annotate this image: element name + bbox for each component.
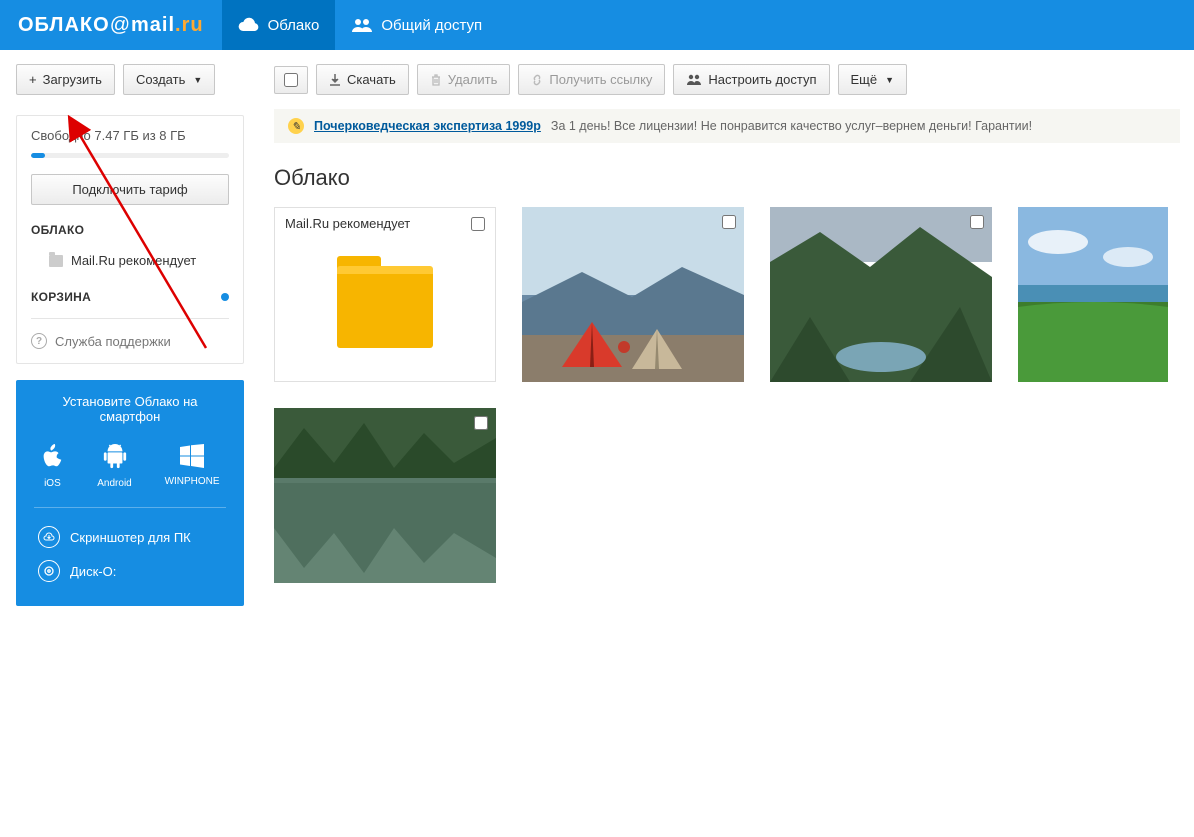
storage-info: Свободно 7.47 ГБ из 8 ГБ Подключить тари… [16, 115, 244, 364]
promo-line-label: Скриншотер для ПК [70, 530, 191, 545]
sidebar-section-cloud: ОБЛАКО [31, 223, 229, 237]
windows-icon [180, 444, 204, 468]
promo-app-android[interactable]: Android [97, 444, 131, 489]
chevron-down-icon: ▼ [193, 75, 202, 85]
toolbar: Скачать Удалить Получить ссылку Настроит… [260, 64, 1194, 109]
promo-disko[interactable]: Диск-О: [16, 554, 244, 588]
main-header: ОБЛАКО@mail.ru Облако Общий доступ [0, 0, 1194, 50]
create-button[interactable]: Создать ▼ [123, 64, 215, 95]
download-button[interactable]: Скачать [316, 64, 409, 95]
tile-checkbox[interactable] [722, 215, 736, 229]
plus-icon: + [29, 72, 37, 87]
delete-button[interactable]: Удалить [417, 64, 511, 95]
promo-title: Установите Облако на смартфон [16, 394, 244, 438]
tile-image[interactable] [1018, 207, 1168, 382]
question-icon: ? [31, 333, 47, 349]
promo-app-winphone[interactable]: WINPHONE [165, 444, 220, 489]
button-label: Ещё [851, 72, 878, 87]
disk-icon [38, 560, 60, 582]
get-link-button[interactable]: Получить ссылку [518, 64, 665, 95]
button-label: Настроить доступ [708, 72, 816, 87]
nav-cloud[interactable]: Облако [222, 0, 336, 50]
notification-dot-icon [221, 293, 229, 301]
button-label: Удалить [448, 72, 498, 87]
ad-text: За 1 день! Все лицензии! Не понравится к… [551, 119, 1032, 133]
tile-label: Mail.Ru рекомендует [285, 216, 410, 231]
support-link[interactable]: ? Служба поддержки [31, 318, 229, 349]
checkbox[interactable] [284, 73, 298, 87]
tile-checkbox[interactable] [474, 416, 488, 430]
image-thumbnail [770, 207, 992, 382]
support-label: Служба поддержки [55, 334, 171, 349]
button-label: Получить ссылку [549, 72, 652, 87]
promo-screenshoter[interactable]: Скриншотер для ПК [16, 520, 244, 554]
sidebar-item-recommends[interactable]: Mail.Ru рекомендует [31, 247, 229, 274]
image-thumbnail [1018, 207, 1168, 382]
promo-app-label: iOS [44, 478, 61, 489]
folder-icon [337, 270, 433, 348]
ad-banner: ✎ Почерковедческая экспертиза 1999р За 1… [274, 109, 1180, 143]
tile-checkbox[interactable] [471, 217, 485, 231]
nav-label: Общий доступ [381, 17, 482, 34]
main-content: Скачать Удалить Получить ссылку Настроит… [260, 50, 1194, 622]
storage-fill [31, 153, 45, 158]
tile-image[interactable] [274, 408, 496, 583]
button-label: Создать [136, 72, 185, 87]
folder-icon [49, 255, 63, 267]
promo-app-ios[interactable]: iOS [40, 444, 64, 489]
ad-icon: ✎ [288, 118, 304, 134]
apple-icon [40, 444, 64, 470]
button-label: Загрузить [43, 72, 102, 87]
chevron-down-icon: ▼ [885, 75, 894, 85]
button-label: Подключить тариф [72, 182, 187, 197]
download-icon [329, 74, 341, 86]
more-button[interactable]: Ещё ▼ [838, 64, 908, 95]
promo-line-label: Диск-О: [70, 564, 116, 579]
ad-link[interactable]: Почерковедческая экспертиза 1999р [314, 119, 541, 133]
folder-body [275, 239, 495, 378]
tile-image[interactable] [770, 207, 992, 382]
file-grid: Mail.Ru рекомендует [260, 207, 1194, 603]
logo[interactable]: ОБЛАКО@mail.ru [0, 0, 222, 50]
access-button[interactable]: Настроить доступ [673, 64, 829, 95]
storage-text: Свободно 7.47 ГБ из 8 ГБ [31, 128, 229, 143]
page-title: Облако [260, 143, 1194, 207]
nav-label: Облако [268, 17, 320, 34]
sidebar-section-trash: КОРЗИНА [31, 290, 91, 304]
image-thumbnail [522, 207, 744, 382]
people-icon [686, 74, 702, 86]
tile-checkbox[interactable] [970, 215, 984, 229]
link-icon [531, 74, 543, 86]
promo-app-label: WINPHONE [165, 476, 220, 487]
divider [34, 507, 226, 508]
upload-button[interactable]: + Загрузить [16, 64, 115, 95]
people-icon [351, 17, 373, 33]
logo-text: ОБЛАКО@mail.ru [18, 14, 204, 37]
select-all-checkbox[interactable] [274, 66, 308, 94]
promo-app-label: Android [97, 478, 131, 489]
plan-button[interactable]: Подключить тариф [31, 174, 229, 205]
tile-image[interactable] [522, 207, 744, 382]
sidebar-item-label: Mail.Ru рекомендует [71, 253, 196, 268]
image-thumbnail [274, 408, 496, 583]
mobile-promo: Установите Облако на смартфон iOS Androi… [16, 380, 244, 606]
android-icon [103, 444, 127, 470]
cloud-download-icon [38, 526, 60, 548]
sidebar: + Загрузить Создать ▼ Свободно 7.47 ГБ и… [0, 50, 260, 622]
trash-icon [430, 74, 442, 86]
storage-bar [31, 153, 229, 158]
button-label: Скачать [347, 72, 396, 87]
tile-folder[interactable]: Mail.Ru рекомендует [274, 207, 496, 382]
cloud-icon [238, 17, 260, 33]
main-nav: Облако Общий доступ [222, 0, 499, 50]
nav-shared[interactable]: Общий доступ [335, 0, 498, 50]
